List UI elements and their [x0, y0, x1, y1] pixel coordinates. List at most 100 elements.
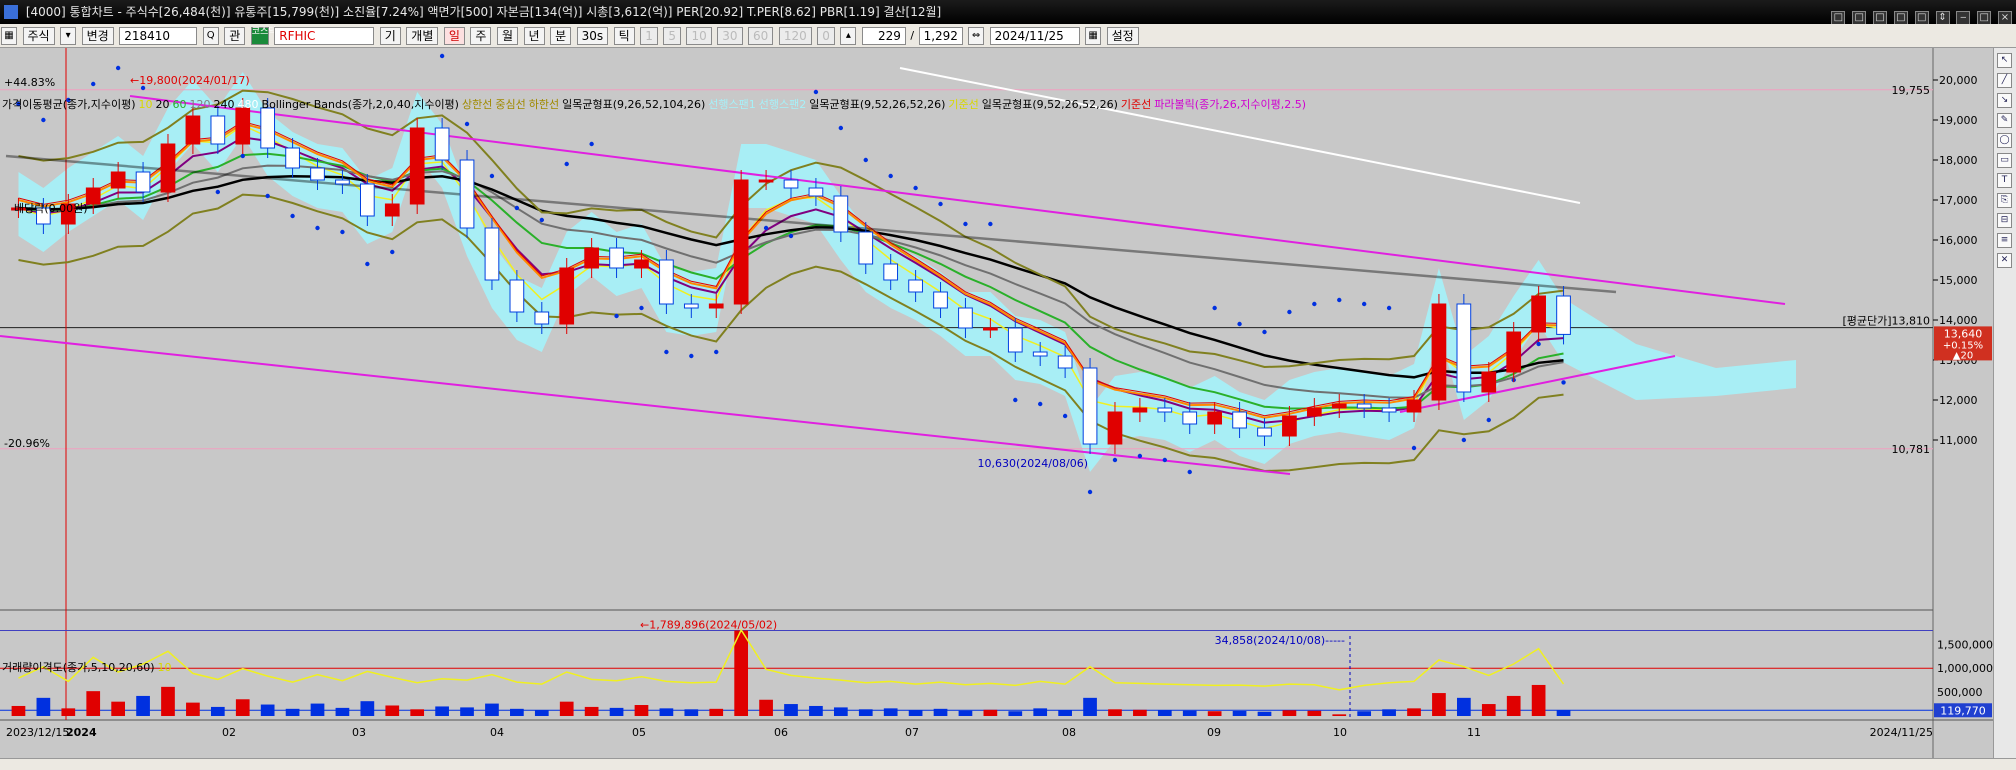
sar-dot: [639, 305, 644, 311]
price-legend-item[interactable]: 상한선: [462, 98, 492, 111]
ruler-icon[interactable]: ⊟: [1997, 213, 2012, 228]
interval-button-120[interactable]: 120: [778, 27, 812, 45]
volume-bar: [1307, 710, 1322, 716]
period-button-week[interactable]: 주: [470, 27, 492, 45]
volume-bar: [1257, 711, 1272, 716]
price-legend-item[interactable]: 일목균형표(9,52,26,52,26): [809, 98, 945, 111]
period-button-month[interactable]: 월: [496, 27, 519, 45]
price-legend-item[interactable]: Bollinger Bands(종가,2,0,40,지수이평): [262, 98, 459, 111]
copy-icon[interactable]: ⎘: [1997, 193, 2012, 208]
settings-button[interactable]: 설정: [1106, 27, 1139, 45]
interval-button-60[interactable]: 60: [748, 27, 774, 45]
volume-legend-item[interactable]: 거래량이격도(종가,5,10,20,60): [2, 661, 155, 674]
price-legend-item[interactable]: 20: [156, 98, 170, 111]
price-legend: 가격이동평균(종가,지수이평) 10 20 60 120 240 480 Bollinger …: [2, 98, 1309, 112]
ellipse-icon[interactable]: ◯: [1997, 133, 2012, 148]
price-legend-item[interactable]: 하한선: [529, 98, 559, 111]
price-legend-item[interactable]: 선행스팬2: [759, 98, 806, 111]
text-icon[interactable]: T: [1997, 173, 2012, 188]
search-icon[interactable]: Q: [202, 27, 219, 45]
interval-button-10[interactable]: 10: [686, 27, 712, 45]
price-legend-item[interactable]: 가격이동평균(종가,지수이평): [2, 98, 136, 111]
price-legend-item[interactable]: 파라볼릭(종가,26,지수이평,2.5): [1154, 98, 1306, 111]
pencil-icon[interactable]: ✎: [1997, 113, 2012, 128]
price-legend-item[interactable]: 기준선: [1121, 98, 1151, 111]
sar-dot: [938, 201, 943, 207]
volume-bar: [1157, 710, 1172, 716]
price-legend-item[interactable]: 60: [173, 98, 187, 111]
volume-legend: 거래량이격도(종가,5,10,20,60) 10: [2, 661, 175, 675]
price-legend-item[interactable]: 기준선: [948, 98, 978, 111]
stock-code-input[interactable]: 218410: [119, 27, 198, 45]
total-count-field[interactable]: 1,292: [918, 27, 963, 45]
candle: [534, 311, 550, 325]
price-tick-label: 15,000: [1939, 274, 1978, 287]
sar-dot: [365, 261, 370, 267]
trendline-icon[interactable]: ╱: [1997, 73, 2012, 88]
sar-dot: [340, 229, 345, 235]
period-button-tick[interactable]: 틱: [613, 27, 635, 45]
market-select[interactable]: 주식: [22, 27, 55, 45]
price-legend-item[interactable]: 120: [190, 98, 211, 111]
chart-area[interactable]: 20,000 19,000 18,000 17,000 16,000 15,000 14,0…: [0, 48, 2016, 758]
x-tick-label: 2023/12/15: [6, 726, 69, 739]
stock-name-field[interactable]: RFHIC: [274, 27, 375, 45]
volume-legend-item[interactable]: 10: [158, 661, 172, 674]
minimize-button[interactable]: ‒: [1956, 11, 1971, 24]
price-legend-item[interactable]: 10: [139, 98, 153, 111]
interval-button-0[interactable]: 0: [817, 27, 835, 45]
calendar-icon[interactable]: ▦: [1085, 27, 1102, 45]
period-button-30s[interactable]: 30s: [576, 27, 609, 45]
sar-dot: [863, 157, 868, 163]
price-legend-item[interactable]: 480: [238, 98, 259, 111]
sar-dot: [390, 249, 395, 255]
interval-stepper-icon[interactable]: ▴: [840, 27, 857, 45]
volume-bar: [809, 705, 823, 716]
window-button-6[interactable]: ⇕: [1935, 11, 1950, 24]
volume-bar: [1232, 710, 1247, 716]
volume-current-label: 119,770: [1940, 704, 1986, 717]
grid-icon[interactable]: ▦: [1, 27, 17, 45]
period-button-gi[interactable]: 기: [379, 27, 401, 45]
fib-icon[interactable]: ≡: [1997, 233, 2012, 248]
maximize-button[interactable]: □: [1977, 11, 1992, 24]
candle: [1481, 371, 1497, 393]
sar-dot: [1212, 305, 1217, 311]
interval-button-1[interactable]: 1: [640, 27, 658, 45]
erase-icon[interactable]: ✕: [1997, 253, 2012, 268]
min-pct-label: -20.96%: [4, 437, 50, 450]
sar-dot: [1287, 309, 1292, 315]
chevron-down-icon[interactable]: ▾: [60, 27, 77, 45]
interval-button-30[interactable]: 30: [717, 27, 743, 45]
price-legend-item[interactable]: 중심선: [495, 98, 525, 111]
candle: [933, 291, 948, 309]
period-button-individual[interactable]: 개별: [406, 27, 439, 45]
period-button-day[interactable]: 일: [443, 27, 465, 45]
arrow-icon[interactable]: ↘: [1997, 93, 2012, 108]
display-count-input[interactable]: 229: [861, 27, 906, 45]
price-legend-item[interactable]: 일목균형표(9,26,52,104,26): [562, 98, 705, 111]
period-button-year[interactable]: 년: [523, 27, 545, 45]
period-button-minute[interactable]: 분: [550, 27, 572, 45]
toolbar: ▦ 주식 ▾ 변경 218410 Q 관 코스닥 RFHIC 기 개별 일 주 …: [0, 24, 2016, 48]
link-button[interactable]: 관: [224, 27, 246, 45]
price-legend-item[interactable]: 240: [214, 98, 235, 111]
price-chart[interactable]: 20,000 19,000 18,000 17,000 16,000 15,000 14,0…: [0, 48, 1993, 758]
cursor-icon[interactable]: ↖: [1997, 53, 2012, 68]
rectangle-icon[interactable]: ▭: [1997, 153, 2012, 168]
scroll-arrows-icon[interactable]: ⇔: [968, 27, 985, 45]
price-legend-item[interactable]: 선행스팬1: [708, 98, 755, 111]
window-button-4[interactable]: □: [1893, 11, 1908, 24]
window-button-2[interactable]: □: [1852, 11, 1867, 24]
window-button-5[interactable]: □: [1914, 11, 1929, 24]
window-button-1[interactable]: □: [1831, 11, 1846, 24]
interval-button-5[interactable]: 5: [663, 27, 681, 45]
date-input[interactable]: 2024/11/25: [989, 27, 1080, 45]
window-button-3[interactable]: □: [1873, 11, 1888, 24]
close-button[interactable]: ×: [1998, 11, 2012, 24]
candle: [185, 115, 201, 145]
price-tick-label: 14,000: [1939, 314, 1978, 327]
price-legend-item[interactable]: 일목균형표(9,52,26,52,26): [982, 98, 1118, 111]
change-button[interactable]: 변경: [81, 27, 114, 45]
sar-dot: [464, 121, 470, 127]
